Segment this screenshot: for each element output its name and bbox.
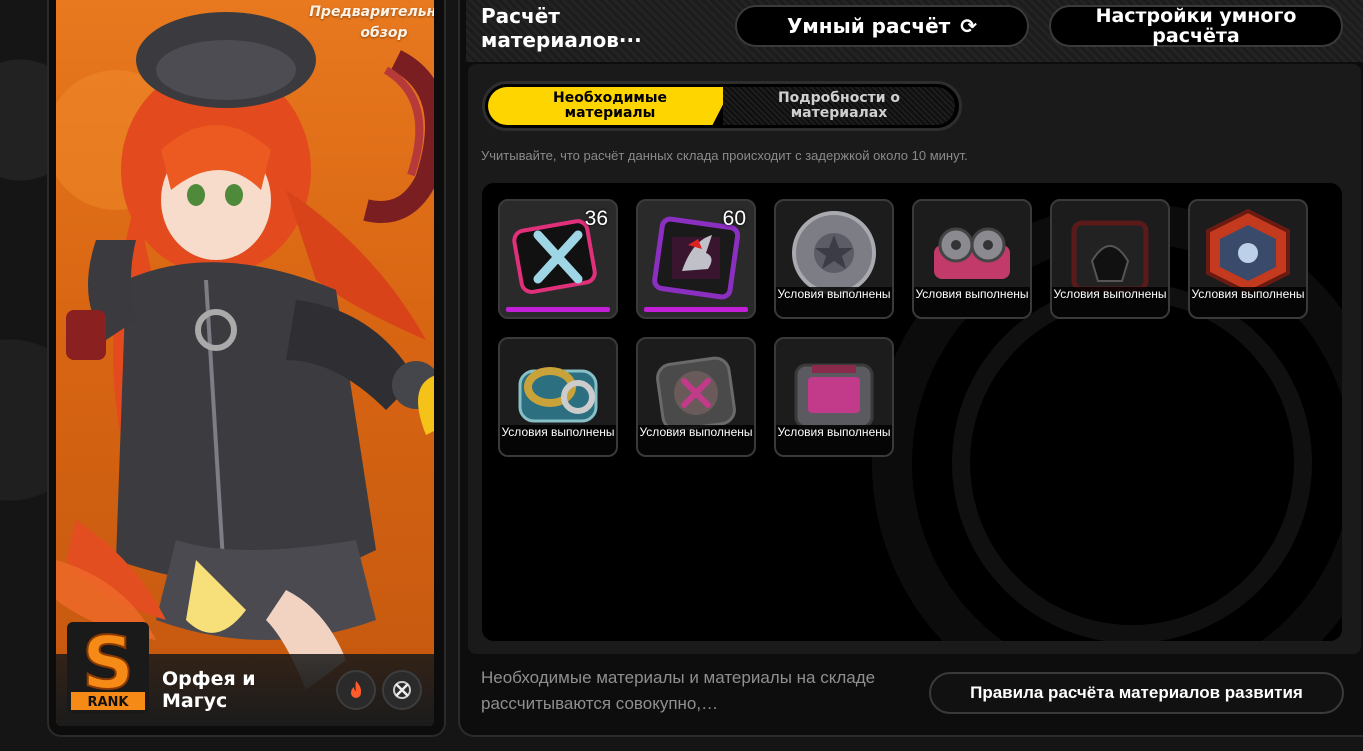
material-slot[interactable]: Условия выполнены xyxy=(774,337,894,457)
footer-note: Необходимые материалы и материалы на скл… xyxy=(481,668,876,713)
material-count: 36 xyxy=(584,207,608,230)
character-portrait xyxy=(56,12,434,690)
crossed-blades-icon xyxy=(382,670,422,710)
material-slot[interactable]: Условия выполнены xyxy=(1050,199,1170,319)
svg-text:RANK: RANK xyxy=(87,695,129,710)
material-status: Условия выполнены xyxy=(1190,287,1306,317)
delay-notice: Учитывайте, что расчёт данных склада про… xyxy=(481,148,968,163)
calc-rules-button[interactable]: Правила расчёта материалов развития xyxy=(929,672,1344,714)
material-slot[interactable]: Условия выполнены xyxy=(1188,199,1308,319)
material-slot[interactable]: 36 xyxy=(498,199,618,319)
material-slot[interactable]: Условия выполнены xyxy=(774,199,894,319)
rarity-bar xyxy=(644,307,748,312)
smart-calc-label: Умный расчёт xyxy=(787,14,951,38)
smart-calc-settings-label: Настройки умного расчёта xyxy=(1095,5,1297,47)
material-status: Условия выполнены xyxy=(776,425,892,455)
tab-group: Необходимые материалы Подробности о мате… xyxy=(482,81,962,131)
page-title: Расчёт материалов··· xyxy=(481,4,642,52)
refresh-icon: ⟳ xyxy=(960,14,977,38)
preview-label: Предварительный обзор xyxy=(309,4,434,41)
material-status: Условия выполнены xyxy=(914,287,1030,317)
tab-required-materials-label: Необходимые материалы xyxy=(553,90,667,121)
material-slot[interactable]: Условия выполнены xyxy=(498,337,618,457)
materials-grid: 36 60 Условия выполнены Условия выполнен… xyxy=(482,183,1342,641)
material-slot[interactable]: Условия выполнены xyxy=(636,337,756,457)
material-count: 60 xyxy=(722,207,746,230)
s-rank-badge-icon: S RANK xyxy=(67,622,149,714)
calc-rules-label: Правила расчёта материалов развития xyxy=(970,683,1303,702)
tab-material-details-label: Подробности о материалах xyxy=(777,90,901,121)
character-info-bar: S RANK Орфея и Магус xyxy=(56,622,434,726)
tab-required-materials[interactable]: Необходимые материалы xyxy=(488,87,732,125)
character-name: Орфея и Магус xyxy=(162,668,256,712)
material-status: Условия выполнены xyxy=(776,287,892,317)
material-status: Условия выполнены xyxy=(500,425,616,455)
smart-calc-settings-button[interactable]: Настройки умного расчёта xyxy=(1049,5,1343,47)
material-status: Условия выполнены xyxy=(638,425,754,455)
material-status: Условия выполнены xyxy=(1052,287,1168,317)
character-card[interactable]: Предварительный обзор S RANK Орфея и Маг… xyxy=(56,0,434,726)
fire-attribute-icon xyxy=(336,670,376,710)
material-slot[interactable]: 60 xyxy=(636,199,756,319)
smart-calc-button[interactable]: Умный расчёт ⟳ xyxy=(735,5,1029,47)
rarity-bar xyxy=(506,307,610,312)
tab-material-details[interactable]: Подробности о материалах xyxy=(723,87,955,125)
material-slot[interactable]: Условия выполнены xyxy=(912,199,1032,319)
watermark-emblem-inner xyxy=(952,283,1312,641)
